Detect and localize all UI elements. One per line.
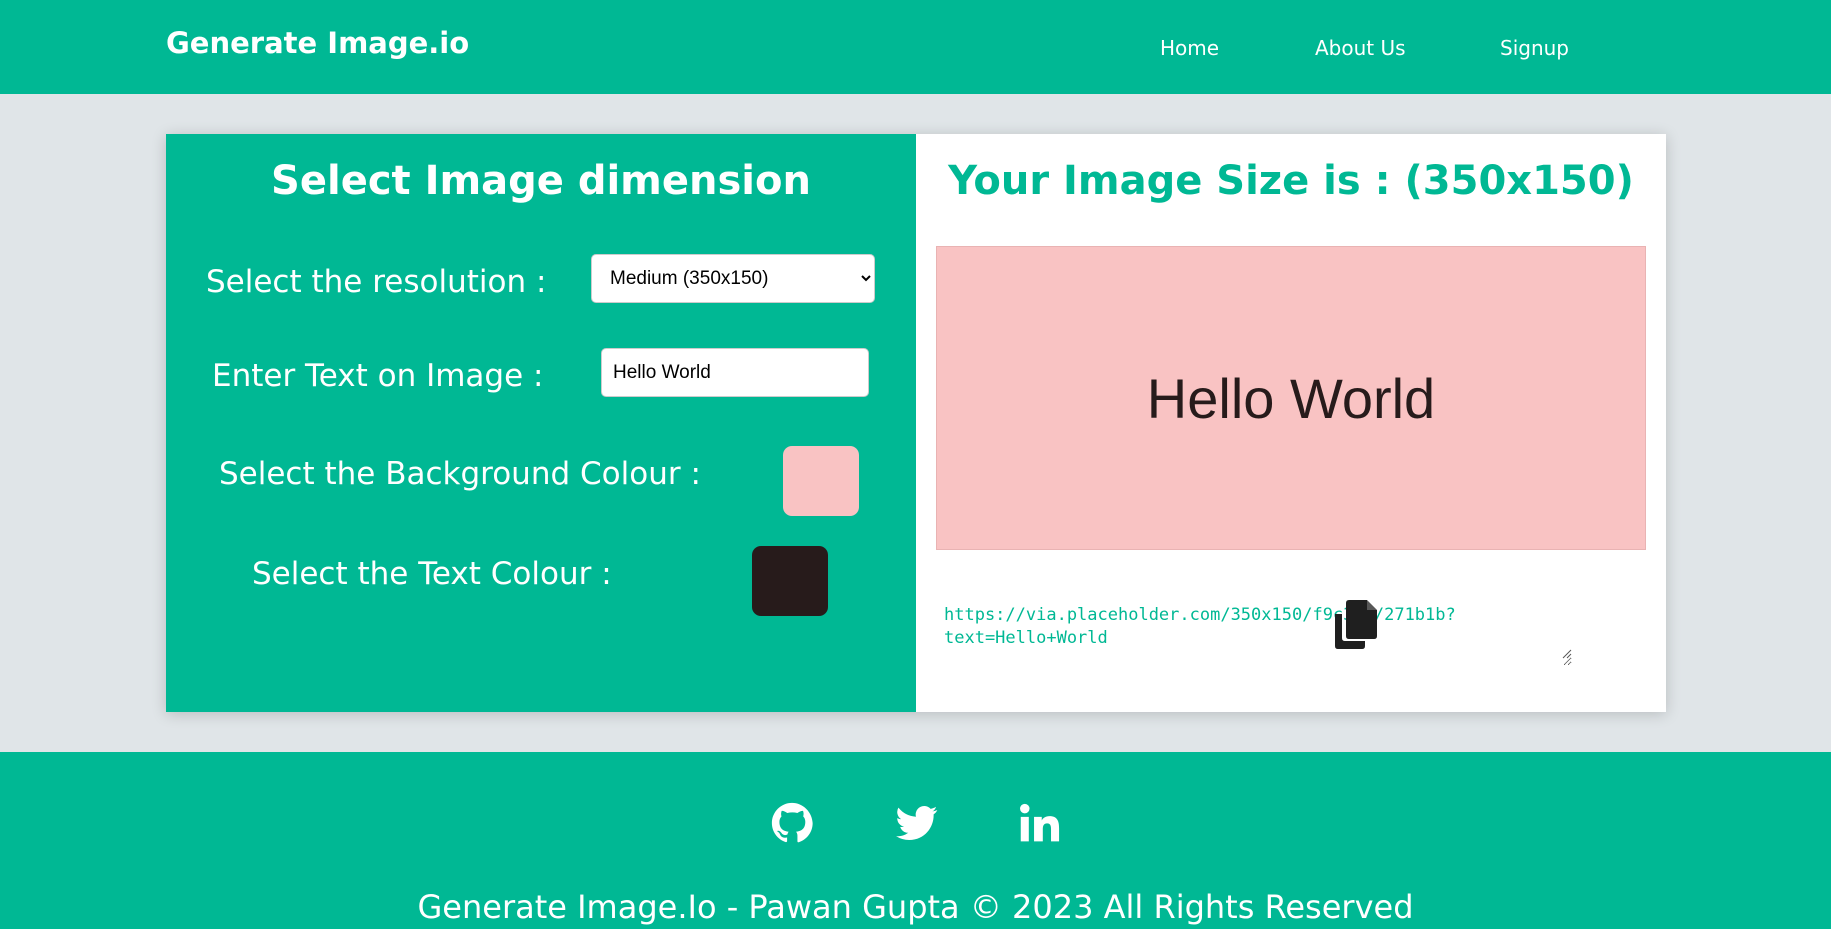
- preview-text: Hello World: [1146, 366, 1436, 430]
- github-icon[interactable]: [771, 802, 813, 844]
- text-colour-picker[interactable]: [752, 546, 828, 616]
- image-url-line1: https://via.placeholder.com/350x150/f9c3…: [944, 605, 1456, 625]
- preview-panel: Your Image Size is : (350x150) Hello Wor…: [916, 134, 1666, 712]
- nav-about-link[interactable]: About Us: [1315, 36, 1406, 60]
- image-text-input[interactable]: [601, 348, 869, 397]
- nav-home-link[interactable]: Home: [1160, 36, 1219, 60]
- site-footer: Generate Image.Io - Pawan Gupta © 2023 A…: [0, 752, 1831, 929]
- copy-url-button[interactable]: [1331, 598, 1379, 650]
- resolution-select[interactable]: Medium (350x150): [591, 254, 875, 303]
- bg-colour-label: Select the Background Colour :: [219, 456, 701, 492]
- image-url-textarea[interactable]: https://via.placeholder.com/350x150/f9c3…: [944, 604, 1572, 666]
- text-colour-label: Select the Text Colour :: [252, 556, 612, 592]
- copy-icon: [1335, 600, 1377, 649]
- copyright-text: Generate Image.Io - Pawan Gupta © 2023 A…: [417, 888, 1414, 926]
- linkedin-icon[interactable]: [1019, 802, 1061, 844]
- nav-signup-link[interactable]: Signup: [1500, 36, 1569, 60]
- image-preview: Hello World: [936, 246, 1646, 550]
- image-size-title: Your Image Size is : (350x150): [948, 158, 1634, 204]
- top-navbar: Generate Image.io Home About Us Signup: [0, 0, 1831, 94]
- text-input-label: Enter Text on Image :: [212, 358, 544, 394]
- resolution-label: Select the resolution :: [206, 264, 547, 300]
- generator-card: Select Image dimension Select the resolu…: [166, 134, 1666, 712]
- bg-colour-picker[interactable]: [783, 446, 859, 516]
- twitter-icon[interactable]: [896, 802, 938, 844]
- image-url-line2: text=Hello+World: [944, 628, 1108, 648]
- options-panel: Select Image dimension Select the resolu…: [166, 134, 916, 712]
- options-title: Select Image dimension: [271, 158, 811, 204]
- textarea-resize-handle[interactable]: [1562, 649, 1572, 659]
- brand-logo-text[interactable]: Generate Image.io: [166, 26, 469, 60]
